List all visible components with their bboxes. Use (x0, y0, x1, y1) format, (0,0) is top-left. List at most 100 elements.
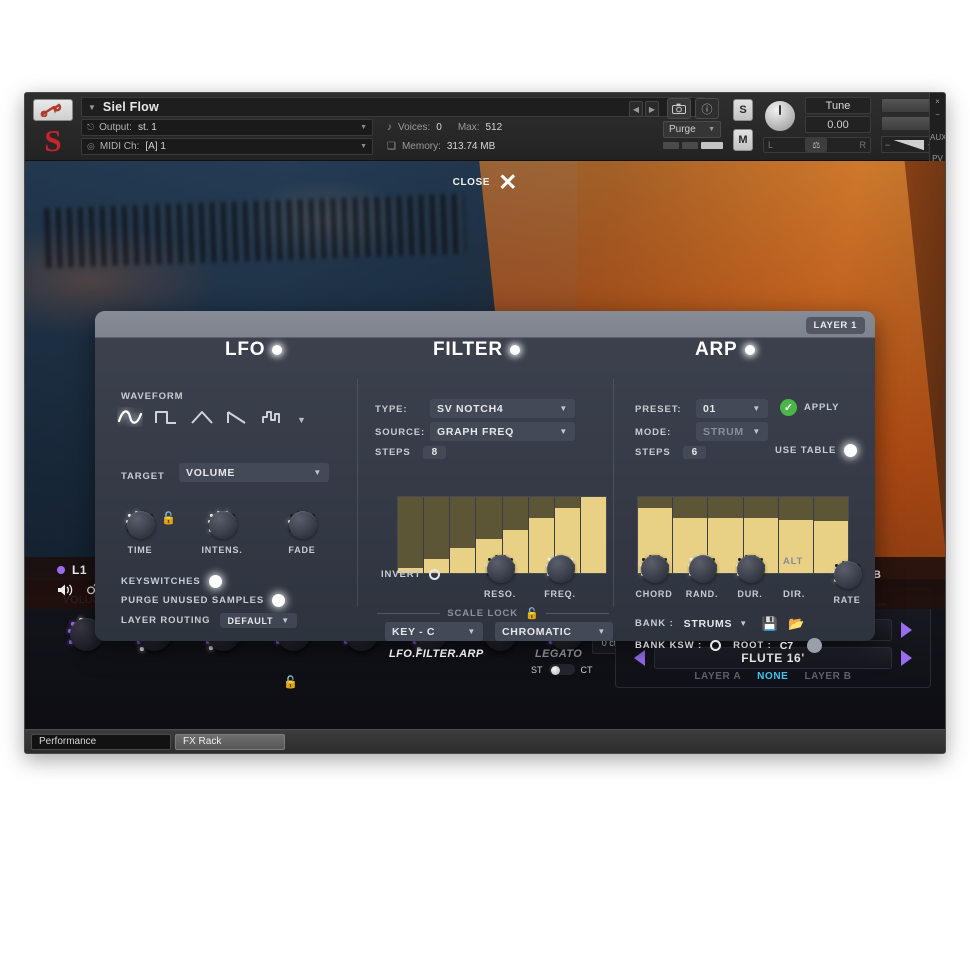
chevron-down-icon[interactable]: ▼ (597, 627, 606, 636)
filter-invert-row[interactable]: INVERT (381, 569, 440, 580)
filter-invert-toggle[interactable] (429, 569, 440, 580)
filter-power-led[interactable] (510, 345, 520, 355)
chevron-down-icon[interactable]: ▼ (559, 404, 568, 413)
lfo-time-knob[interactable]: TIME (123, 509, 157, 543)
unlocked-padlock-icon[interactable]: 🔓 (525, 607, 539, 620)
snapshot-camera-icon[interactable] (667, 98, 691, 119)
lfo-intensity-knob[interactable]: INTENS. (205, 509, 239, 543)
slot-b-next-button[interactable] (901, 650, 912, 666)
scale-lock-row: SCALE LOCK 🔓 (377, 607, 609, 620)
arp-use-table-row[interactable]: USE TABLE (775, 444, 857, 457)
tune-knob[interactable] (763, 99, 797, 133)
graph-step-8[interactable] (581, 497, 606, 573)
legato-tab[interactable]: LEGATO (535, 648, 582, 660)
layer-badge[interactable]: LAYER 1 (806, 317, 865, 334)
tab-fx-rack[interactable]: FX Rack (175, 734, 285, 750)
filter-freq-knob[interactable]: FREQ. (543, 553, 577, 587)
purge-unused-samples-toggle[interactable] (272, 594, 285, 607)
midi-channel-row[interactable]: ◎ MIDI Ch: [A] 1 ▼ (81, 138, 373, 155)
next-preset-button[interactable]: ▶ (645, 101, 659, 117)
arp-bank-ksw-toggle[interactable] (710, 640, 721, 651)
arp-mode-select[interactable]: STRUM ▼ (696, 422, 768, 441)
arp-preset-select[interactable]: 01 ▼ (696, 399, 768, 418)
pan-handle-icon[interactable]: ⚖ (805, 138, 827, 152)
square-wave-icon[interactable] (153, 407, 179, 432)
chevron-down-icon[interactable]: ▼ (708, 126, 715, 133)
knob-dial (209, 511, 237, 539)
purge-unused-samples-option[interactable]: PURGE UNUSED SAMPLES (121, 594, 285, 607)
lfo-fade-knob[interactable]: FADE (285, 509, 319, 543)
chevron-down-icon[interactable]: ▼ (281, 616, 290, 625)
arp-chord-knob[interactable]: CHORD (637, 553, 671, 587)
solo-button[interactable]: S (733, 99, 753, 121)
unlocked-padlock-icon[interactable]: 🔓 (161, 511, 176, 525)
volume-wedge-icon (894, 140, 924, 150)
mute-button[interactable]: M (733, 129, 753, 151)
close-panel-button[interactable]: CLOSE ✕ (25, 171, 945, 194)
st-ct-toggle[interactable] (549, 664, 575, 675)
arp-use-table-toggle[interactable] (844, 444, 857, 457)
graph-step-2[interactable] (424, 497, 450, 573)
filter-reso-knob[interactable]: RESO. (483, 553, 517, 587)
purge-menu[interactable]: Purge ▼ (663, 121, 721, 138)
chevron-down-icon[interactable]: ▼ (467, 627, 476, 636)
target-select[interactable]: VOLUME ▼ (179, 463, 329, 482)
lfo-filter-arp-tab[interactable]: LFO.FILTER.ARP (389, 648, 484, 660)
slot-a-next-button[interactable] (901, 622, 912, 638)
chevron-down-icon[interactable]: ▼ (752, 427, 761, 436)
arp-dur-knob[interactable]: DUR. (733, 553, 767, 587)
lfo-power-led[interactable] (272, 345, 282, 355)
close-icon[interactable]: × (930, 97, 945, 106)
layer-b-button[interactable]: LAYER B (804, 671, 851, 682)
keyswitches-toggle[interactable] (209, 575, 222, 588)
tune-value[interactable]: 0.00 (805, 116, 871, 133)
chevron-down-icon[interactable]: ▼ (752, 404, 761, 413)
arp-apply-button[interactable]: ✓ APPLY (780, 399, 839, 416)
chevron-down-icon[interactable]: ▼ (88, 103, 96, 112)
scale-select[interactable]: CHROMATIC ▼ (495, 622, 613, 641)
unlocked-padlock-icon[interactable]: 🔓 (283, 675, 298, 689)
layer-routing-select[interactable]: DEFAULT ▼ (220, 613, 296, 628)
chevron-down-icon[interactable]: ▼ (313, 468, 322, 477)
chevron-down-icon[interactable]: ▼ (360, 143, 367, 150)
arp-bank-select[interactable]: STRUMS ▼ (684, 615, 748, 632)
pitch-st-ct-switch[interactable]: ST CT (531, 664, 593, 675)
floppy-save-icon[interactable]: 💾 (762, 616, 778, 632)
tab-performance[interactable]: Performance (31, 734, 171, 750)
arp-power-led[interactable] (745, 345, 755, 355)
graph-step-1[interactable] (398, 497, 424, 573)
midi-keyboard-icon[interactable] (807, 638, 822, 653)
arp-rand-knob[interactable]: RAND. (685, 553, 719, 587)
prev-preset-button[interactable]: ◀ (629, 101, 643, 117)
sine-wave-icon[interactable] (117, 407, 143, 432)
chevron-down-icon[interactable]: ▼ (739, 619, 748, 628)
keyswitches-option[interactable]: KEYSWITCHES (121, 575, 222, 588)
wrench-icon[interactable] (33, 99, 73, 121)
key-select[interactable]: KEY - C ▼ (385, 622, 483, 641)
random-step-wave-icon[interactable] (261, 407, 287, 432)
triangle-wave-icon[interactable] (189, 407, 215, 432)
graph-step-3[interactable] (450, 497, 476, 573)
waveform-more-chevron-icon[interactable]: ▼ (297, 415, 306, 425)
info-icon[interactable]: ⓘ (695, 98, 719, 119)
pan-slider[interactable]: L ⚖ R (763, 137, 871, 153)
speaker-on-icon[interactable] (57, 583, 75, 602)
filter-source-select[interactable]: GRAPH FREQ ▼ (430, 422, 575, 441)
arp-steps-value[interactable]: 6 (683, 446, 707, 459)
chevron-down-icon[interactable]: ▼ (360, 124, 367, 131)
chevron-down-icon[interactable]: ▼ (559, 427, 568, 436)
arp-root-value[interactable]: C7 (780, 640, 793, 652)
aux-label[interactable]: AUX (930, 133, 945, 142)
folder-open-icon[interactable]: 📂 (788, 616, 804, 632)
layer-none-button[interactable]: NONE (757, 671, 788, 682)
filter-steps-value[interactable]: 8 (423, 446, 447, 459)
saw-down-wave-icon[interactable] (225, 407, 251, 432)
filter-type-select[interactable]: SV NOTCH4 ▼ (430, 399, 575, 418)
arp-dir-value[interactable]: ALT (783, 556, 803, 567)
layer-a-button[interactable]: LAYER A (694, 671, 741, 682)
minimize-icon[interactable]: − (930, 110, 945, 119)
output-row[interactable]: ⎋ Output: st. 1 ▼ (81, 119, 373, 136)
arp-rate-knob[interactable]: RATE (830, 559, 864, 593)
close-x-icon[interactable]: ✕ (498, 171, 517, 194)
instrument-name-row[interactable]: ▼ Siel Flow (81, 97, 705, 117)
